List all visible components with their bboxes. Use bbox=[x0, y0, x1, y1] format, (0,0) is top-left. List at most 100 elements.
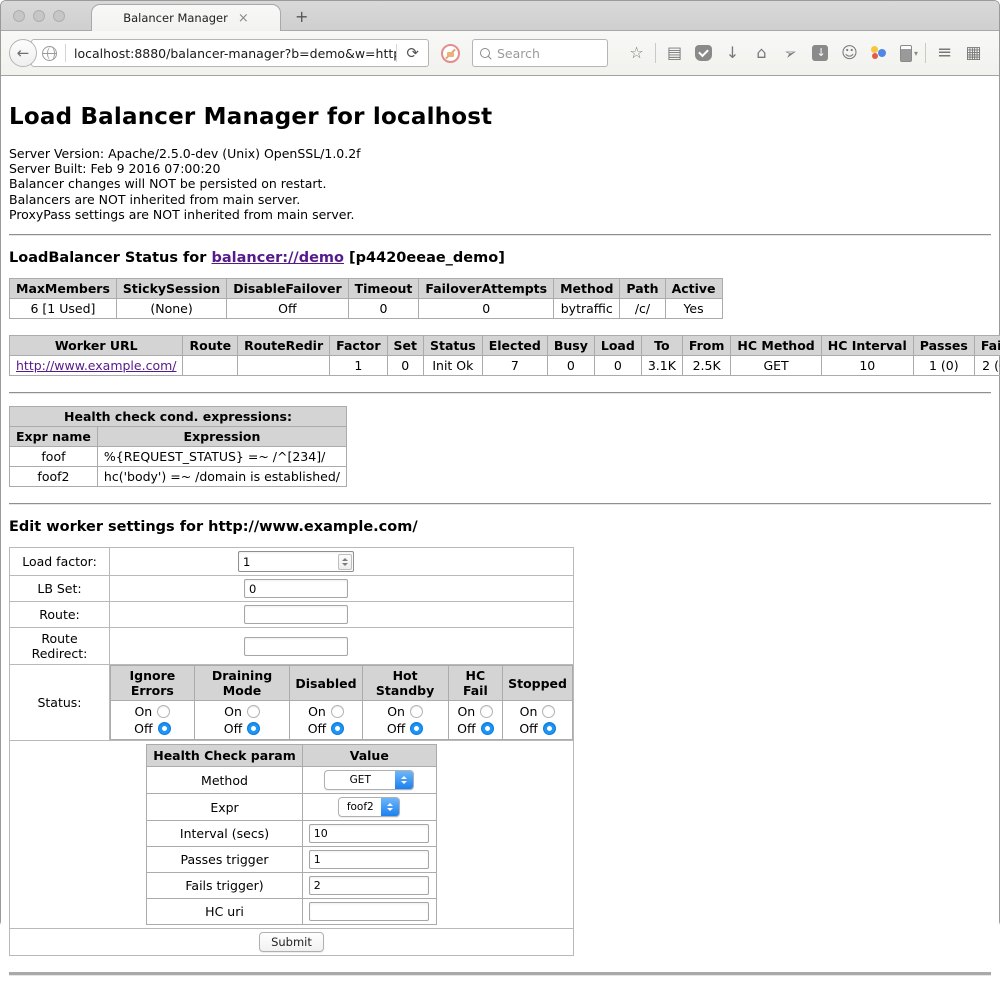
cell-disablefailover: Off bbox=[227, 299, 348, 319]
close-window-button[interactable] bbox=[13, 10, 25, 22]
on-label: On bbox=[520, 703, 538, 720]
worker-url-link[interactable]: http://www.example.com/ bbox=[16, 358, 176, 373]
balancer-link[interactable]: balancer://demo bbox=[211, 250, 344, 266]
url-input[interactable] bbox=[74, 46, 396, 61]
stopped-off-radio[interactable] bbox=[543, 722, 556, 735]
hc-fail-off-radio[interactable] bbox=[481, 722, 494, 735]
minimize-window-button[interactable] bbox=[33, 10, 45, 22]
panel-download-icon[interactable] bbox=[812, 45, 828, 61]
stopped-on-radio[interactable] bbox=[542, 705, 555, 718]
cell-passes: 1 (0) bbox=[913, 356, 974, 376]
downloads-icon[interactable]: ↓ bbox=[718, 39, 747, 67]
col-header: Expr name bbox=[10, 427, 98, 447]
search-icon bbox=[480, 48, 491, 59]
cell-hc-interval: 10 bbox=[821, 356, 913, 376]
submit-button[interactable]: Submit bbox=[259, 932, 324, 952]
sidebar-panel-icon[interactable] bbox=[900, 45, 912, 62]
route-input[interactable] bbox=[244, 605, 348, 624]
bookmark-star-icon[interactable]: ☆ bbox=[622, 39, 651, 67]
search-input[interactable] bbox=[497, 46, 587, 61]
select-stepper-icon bbox=[381, 798, 399, 816]
lb-set-input[interactable] bbox=[244, 579, 348, 598]
menu-hamburger-icon[interactable]: ≡ bbox=[930, 39, 959, 67]
balancer-status-heading: LoadBalancer Status for balancer://demo … bbox=[9, 250, 991, 266]
health-check-expressions-table: Health check cond. expressions: Expr nam… bbox=[9, 406, 347, 487]
hot-standby-on-radio[interactable] bbox=[410, 705, 423, 718]
cell-path: /c/ bbox=[620, 299, 665, 319]
draining-mode-on-radio[interactable] bbox=[247, 705, 260, 718]
new-tab-button[interactable]: + bbox=[295, 7, 308, 30]
expr-select-value: foof2 bbox=[339, 798, 381, 816]
extension-dots-icon[interactable] bbox=[870, 45, 888, 61]
cell-expression: hc('body') =~ /domain is established/ bbox=[97, 467, 346, 487]
expr-select[interactable]: foof2 bbox=[338, 797, 400, 817]
fails-trigger-input[interactable] bbox=[309, 876, 429, 895]
off-label: Off bbox=[134, 720, 152, 737]
load-factor-input[interactable] bbox=[243, 555, 338, 569]
col-header: MaxMembers bbox=[10, 279, 117, 299]
tile-view-icon[interactable]: ▦ bbox=[959, 39, 988, 67]
disabled-off-radio[interactable] bbox=[331, 722, 344, 735]
hot-standby-off-radio[interactable] bbox=[410, 722, 423, 735]
cell-failoverattempts: 0 bbox=[419, 299, 554, 319]
lb-set-label: LB Set: bbox=[10, 576, 110, 602]
col-header: Health Check param bbox=[147, 745, 303, 767]
col-header: Timeout bbox=[348, 279, 419, 299]
search-bar[interactable] bbox=[472, 39, 608, 67]
ignore-errors-off-radio[interactable] bbox=[158, 722, 171, 735]
col-header: Method bbox=[554, 279, 620, 299]
hc-fail-on-radio[interactable] bbox=[480, 705, 493, 718]
send-to-device-icon[interactable]: ➢ bbox=[774, 40, 807, 66]
route-redirect-input[interactable] bbox=[244, 637, 348, 656]
cell-set: 0 bbox=[387, 356, 423, 376]
server-version-line: Server Version: Apache/2.5.0-dev (Unix) … bbox=[9, 146, 991, 161]
worker-settings-table: Load factor: LB Set: Route: Route Redire… bbox=[9, 547, 574, 956]
health-check-param-table: Health Check param Value Method GET bbox=[146, 744, 437, 925]
pocket-icon[interactable] bbox=[695, 45, 712, 61]
feedback-smiley-icon[interactable]: ☺ bbox=[835, 39, 864, 67]
table-header-row: Expr name Expression bbox=[10, 427, 347, 447]
off-label: Off bbox=[224, 720, 242, 737]
off-label: Off bbox=[457, 720, 475, 737]
col-header: Status bbox=[424, 336, 483, 356]
method-label: Method bbox=[147, 767, 303, 794]
cell-status: Init Ok bbox=[424, 356, 483, 376]
url-bar[interactable]: ⟳ bbox=[31, 39, 429, 67]
tab-title: Balancer Manager bbox=[123, 11, 228, 25]
col-header: Set bbox=[387, 336, 423, 356]
col-header: Load bbox=[594, 336, 641, 356]
interval-input[interactable] bbox=[309, 824, 429, 843]
browser-tab[interactable]: Balancer Manager × bbox=[91, 4, 281, 31]
passes-trigger-input[interactable] bbox=[309, 850, 429, 869]
off-label: Off bbox=[387, 720, 405, 737]
adblock-disabled-icon[interactable] bbox=[441, 44, 460, 63]
chevron-down-icon[interactable]: ▾ bbox=[914, 49, 918, 58]
toolbar-divider bbox=[925, 43, 926, 63]
status-label: Status: bbox=[10, 665, 110, 741]
cell-timeout: 0 bbox=[348, 299, 419, 319]
reload-icon[interactable]: ⟳ bbox=[396, 44, 428, 62]
col-header: Busy bbox=[547, 336, 594, 356]
col-header: Stopped bbox=[503, 666, 573, 701]
col-header: Value bbox=[302, 745, 436, 767]
disabled-on-radio[interactable] bbox=[331, 705, 344, 718]
col-header: Factor bbox=[330, 336, 387, 356]
col-header: FailoverAttempts bbox=[419, 279, 554, 299]
draining-mode-off-radio[interactable] bbox=[247, 722, 260, 735]
ignore-errors-on-radio[interactable] bbox=[157, 705, 170, 718]
tab-close-icon[interactable]: × bbox=[238, 11, 249, 26]
cell-active: Yes bbox=[665, 299, 722, 319]
worker-row: http://www.example.com/ 1 0 Init Ok 7 0 … bbox=[10, 356, 1000, 376]
status-table: Ignore Errors Draining Mode Disabled Hot… bbox=[110, 665, 573, 740]
toolbar-icons: ☆ ▤ ↓ ⌂ ➢ ☺ ▾ ≡ ▦ bbox=[622, 39, 988, 67]
col-header: Expression bbox=[97, 427, 346, 447]
back-button[interactable]: ← bbox=[9, 39, 37, 67]
hc-uri-input[interactable] bbox=[309, 902, 429, 921]
zoom-window-button[interactable] bbox=[53, 10, 65, 22]
reading-list-icon[interactable]: ▤ bbox=[660, 39, 689, 67]
route-label: Route: bbox=[10, 602, 110, 628]
number-stepper-icon[interactable] bbox=[338, 554, 352, 570]
method-select[interactable]: GET bbox=[324, 770, 414, 790]
site-identity-globe-icon[interactable] bbox=[42, 46, 57, 61]
home-icon[interactable]: ⌂ bbox=[747, 39, 776, 67]
